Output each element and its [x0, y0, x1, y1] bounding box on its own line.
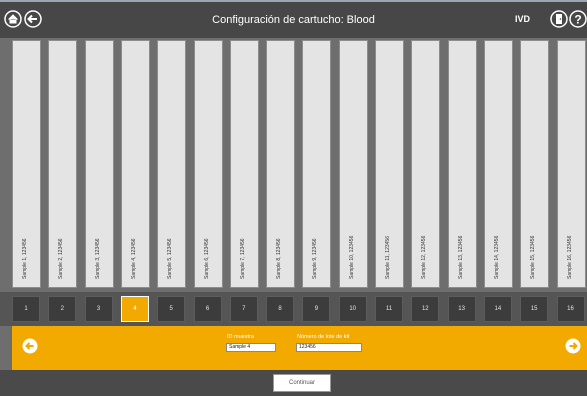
- svg-text:?: ?: [574, 13, 581, 27]
- sample-slot-label: Sample 15, 123456: [530, 235, 537, 279]
- continue-button[interactable]: Continuar: [273, 374, 331, 392]
- sample-slot-label: Sample 5, 123456: [167, 238, 174, 279]
- sample-slot-label: Sample 16, 123456: [566, 235, 573, 279]
- slot-number-button[interactable]: 11: [375, 296, 403, 322]
- sample-slot-label: Sample 13, 123456: [457, 235, 464, 279]
- sample-slot[interactable]: Sample 1, 123456: [12, 40, 41, 288]
- slot-number-button[interactable]: 12: [411, 296, 440, 322]
- sample-detail-panel: ID muestra Sample 4 Número de lote de ki…: [12, 326, 587, 370]
- slot-number-row: 1 2 3 4 5 6 7 8 9 10 11 12 13 14 15 16: [0, 292, 587, 326]
- sample-slot[interactable]: Sample 7, 123456: [229, 40, 259, 288]
- slot-number-button[interactable]: 2: [48, 296, 77, 322]
- slot-number-button[interactable]: 16: [556, 296, 585, 322]
- slot-number-button[interactable]: 14: [483, 296, 512, 322]
- sample-slot-label: Sample 2, 123456: [58, 238, 65, 279]
- sample-slot[interactable]: Sample 14, 123456: [483, 40, 513, 288]
- ivd-badge: IVD: [515, 14, 531, 24]
- kit-lot-input[interactable]: 123456: [296, 343, 362, 352]
- sample-slot[interactable]: Sample 8, 123456: [266, 40, 296, 288]
- sample-slot[interactable]: Sample 3, 123456: [84, 40, 114, 288]
- sample-id-label: ID muestra: [227, 334, 254, 340]
- slot-number-button[interactable]: 13: [447, 296, 476, 322]
- top-bar: Configuración de cartucho: Blood IVD ?: [0, 0, 587, 38]
- slot-number-button[interactable]: 3: [84, 296, 113, 322]
- sample-slot-label: Sample 12, 123456: [421, 235, 428, 279]
- slot-number-button[interactable]: 9: [302, 296, 331, 322]
- slot-number-button[interactable]: 6: [193, 296, 222, 322]
- slot-number-button[interactable]: 15: [520, 296, 549, 322]
- sample-slot-label: Sample 10, 123456: [348, 235, 355, 279]
- sample-slot[interactable]: Sample 2, 123456: [48, 40, 78, 288]
- sample-slot-label: Sample 4, 123456: [130, 238, 137, 279]
- slot-number-button[interactable]: 10: [338, 296, 367, 322]
- sample-slot[interactable]: Sample 12, 123456: [411, 40, 441, 288]
- slot-number-button-selected[interactable]: 4: [120, 296, 149, 322]
- sample-slot-label: Sample 3, 123456: [94, 238, 101, 279]
- slot-number-button[interactable]: 1: [12, 296, 40, 322]
- sample-slot-label: Sample 9, 123456: [312, 238, 319, 279]
- kit-lot-label: Número de lote de kit: [297, 334, 350, 340]
- sample-slot-label: Sample 8, 123456: [276, 238, 283, 279]
- sample-slot-label: Sample 1, 123456: [22, 238, 28, 279]
- cartridge-slots: Sample 1, 123456 Sample 2, 123456 Sample 3…: [12, 40, 587, 292]
- slot-number-button[interactable]: 5: [157, 296, 186, 322]
- sample-slot[interactable]: Sample 11, 123456: [375, 40, 404, 288]
- sample-slot-label: Sample 11, 123456: [385, 236, 391, 279]
- sample-slot-label: Sample 6, 123456: [203, 238, 210, 279]
- page-title: Configuración de cartucho: Blood: [212, 14, 375, 26]
- sample-slot[interactable]: Sample 5, 123456: [157, 40, 187, 288]
- help-icon[interactable]: ?: [569, 10, 587, 28]
- sample-slot[interactable]: Sample 9, 123456: [302, 40, 332, 288]
- previous-arrow-icon[interactable]: [22, 338, 38, 354]
- sample-slot[interactable]: Sample 16, 123456: [556, 40, 586, 288]
- sample-slot[interactable]: Sample 15, 123456: [520, 40, 550, 288]
- bottom-bar: Continuar: [0, 370, 587, 396]
- sample-slot-label: Sample 7, 123456: [239, 238, 246, 279]
- slot-number-button[interactable]: 8: [266, 296, 295, 322]
- next-arrow-icon[interactable]: [565, 338, 581, 354]
- sample-slot[interactable]: Sample 6, 123456: [193, 40, 223, 288]
- sample-id-input[interactable]: Sample 4: [226, 343, 276, 352]
- slot-number-button[interactable]: 7: [229, 296, 258, 322]
- door-icon[interactable]: [550, 10, 568, 28]
- sample-slot[interactable]: Sample 13, 123456: [447, 40, 477, 288]
- sample-slot[interactable]: Sample 4, 123456: [120, 40, 150, 288]
- sample-slot-label: Sample 14, 123456: [493, 235, 500, 279]
- sample-slot[interactable]: Sample 10, 123456: [338, 40, 368, 288]
